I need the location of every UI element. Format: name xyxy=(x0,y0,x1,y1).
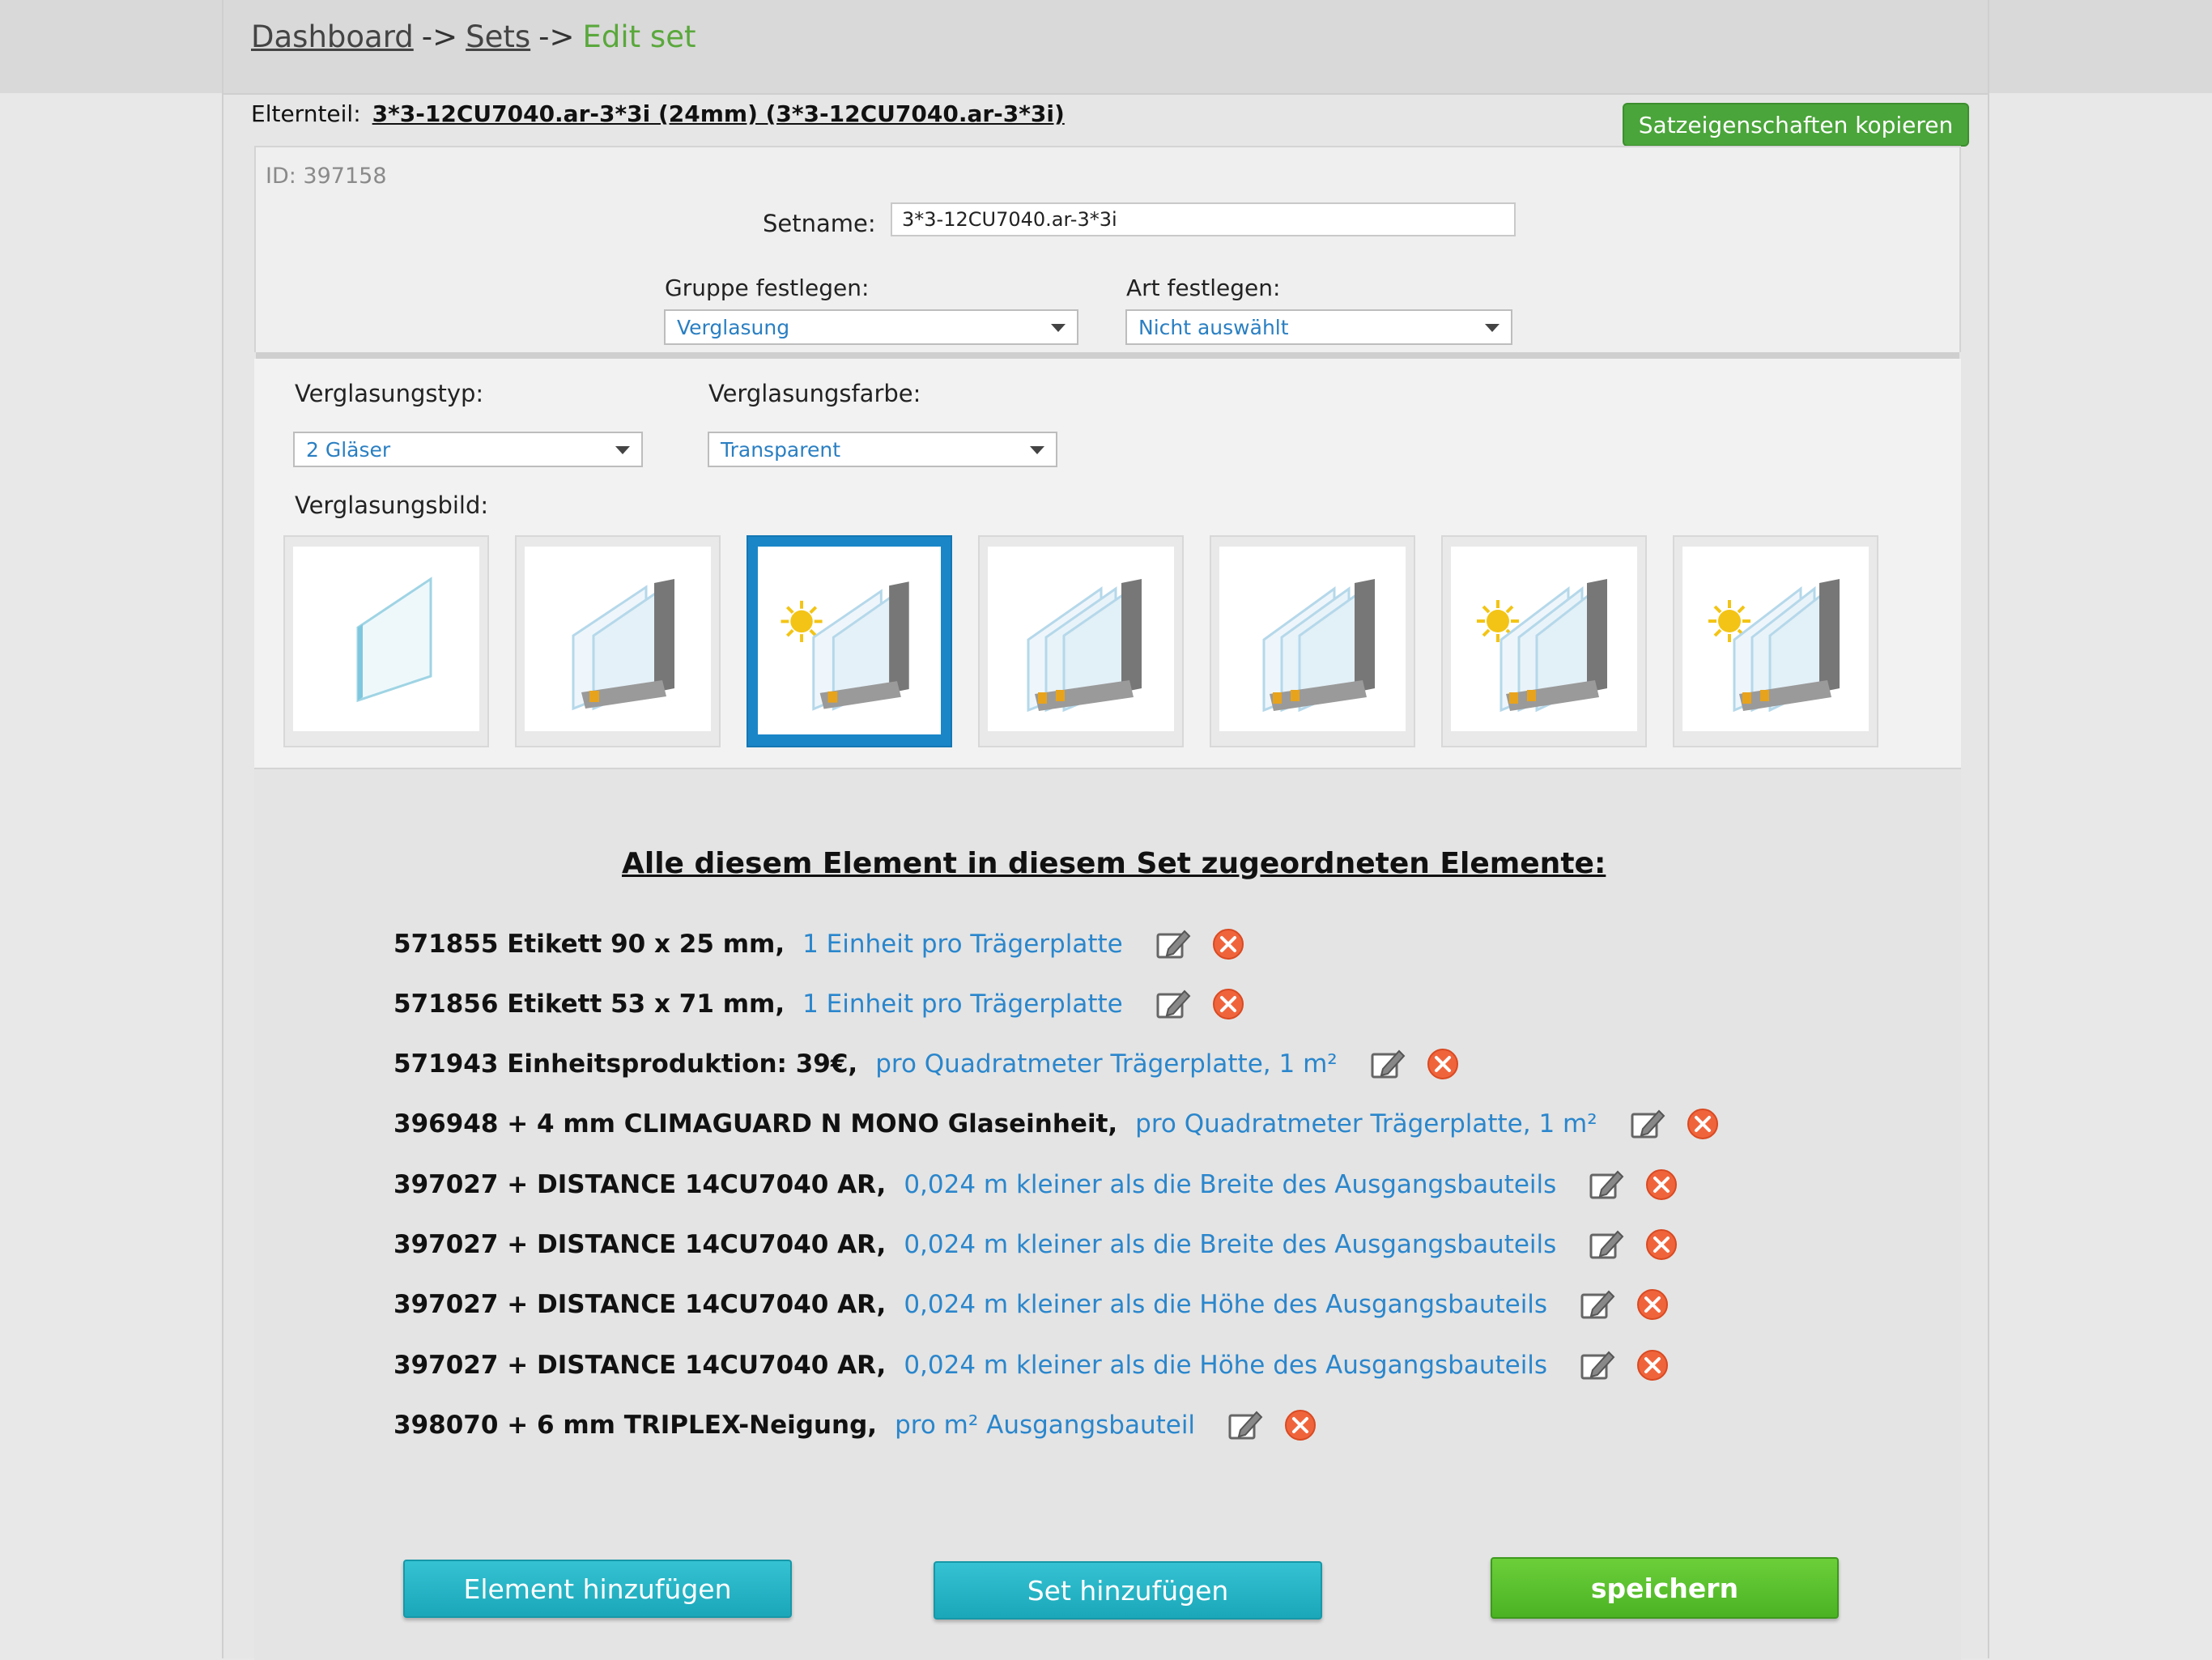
list-item: 571856 Etikett 53 x 71 mm, 1 Einheit pro … xyxy=(393,981,1244,1027)
edit-icon[interactable] xyxy=(1227,1409,1263,1441)
triple-glazing-frame-icon xyxy=(1027,579,1142,713)
breadcrumb-dashboard-link[interactable]: Dashboard xyxy=(251,19,414,54)
double-glazing-frame-icon xyxy=(572,579,674,711)
glazing-thumbnail-7[interactable] xyxy=(1673,535,1878,747)
element-name: 396948 + 4 mm CLIMAGUARD N MONO Glaseinh… xyxy=(393,1109,1118,1139)
glazing-color-label: Verglasungsfarbe: xyxy=(708,380,921,407)
add-set-button[interactable]: Set hinzufügen xyxy=(934,1561,1322,1620)
single-glass-pane-icon xyxy=(356,577,432,703)
glazing-color-value: Transparent xyxy=(721,437,841,462)
element-quantity-rule: 0,024 m kleiner als die Breite des Ausga… xyxy=(904,1230,1557,1259)
chevron-down-icon xyxy=(615,446,630,454)
edit-icon[interactable] xyxy=(1370,1048,1406,1080)
list-item: 397027 + DISTANCE 14CU7040 AR, 0,024 m kl… xyxy=(393,1222,1678,1267)
list-item: 397027 + DISTANCE 14CU7040 AR, 0,024 m kl… xyxy=(393,1343,1669,1388)
breadcrumb-sets-link[interactable]: Sets xyxy=(466,19,530,54)
art-select[interactable]: Nicht auswählt xyxy=(1125,309,1512,345)
edit-icon[interactable] xyxy=(1589,1228,1624,1261)
element-name: 571943 Einheitsproduktion: 39€, xyxy=(393,1049,858,1079)
breadcrumb-current: Edit set xyxy=(582,19,696,54)
parent-link[interactable]: 3*3-12CU7040.ar-3*3i (24mm) (3*3-12CU704… xyxy=(372,100,1065,127)
chevron-down-icon xyxy=(1030,446,1044,454)
page-header: Dashboard -> Sets -> Edit set xyxy=(223,0,1988,95)
parent-label: Elternteil: xyxy=(251,100,361,127)
delete-icon[interactable] xyxy=(1687,1108,1719,1140)
edit-icon[interactable] xyxy=(1580,1349,1615,1381)
element-name: 571856 Etikett 53 x 71 mm, xyxy=(393,990,785,1019)
parent-row: Elternteil: 3*3-12CU7040.ar-3*3i (24mm) (… xyxy=(251,100,1065,127)
element-quantity-rule: 1 Einheit pro Trägerplatte xyxy=(802,990,1123,1019)
element-quantity-rule: 1 Einheit pro Trägerplatte xyxy=(802,930,1123,959)
breadcrumb-separator: -> xyxy=(538,19,575,54)
save-button[interactable]: speichern xyxy=(1491,1557,1839,1619)
glazing-thumbnail-3-selected[interactable] xyxy=(747,535,952,747)
add-element-button[interactable]: Element hinzufügen xyxy=(403,1560,792,1618)
art-label: Art festlegen: xyxy=(1126,275,1281,301)
element-name: 397027 + DISTANCE 14CU7040 AR, xyxy=(393,1290,887,1319)
glazing-image-label: Verglasungsbild: xyxy=(295,492,489,519)
element-name: 397027 + DISTANCE 14CU7040 AR, xyxy=(393,1170,887,1199)
delete-icon[interactable] xyxy=(1636,1349,1669,1381)
element-name: 571855 Etikett 90 x 25 mm, xyxy=(393,930,785,959)
delete-icon[interactable] xyxy=(1645,1168,1678,1201)
breadcrumb-separator: -> xyxy=(421,19,458,54)
element-name: 398070 + 6 mm TRIPLEX-Neigung, xyxy=(393,1411,878,1440)
delete-icon[interactable] xyxy=(1636,1288,1669,1321)
delete-icon[interactable] xyxy=(1427,1048,1459,1080)
double-glazing-sun-icon xyxy=(781,581,909,711)
set-general-panel: ID: 397158 Setname: Gruppe festlegen: Ve… xyxy=(254,146,1961,359)
triple-glazing-frame-alt-icon xyxy=(1262,579,1375,713)
set-id: ID: 397158 xyxy=(266,164,387,189)
glazing-color-select[interactable]: Transparent xyxy=(708,432,1057,467)
glazing-thumbnail-4[interactable] xyxy=(978,535,1184,747)
list-item: 571855 Etikett 90 x 25 mm, 1 Einheit pro … xyxy=(393,922,1244,967)
triple-glazing-sun-alt-icon xyxy=(1708,579,1840,713)
copy-set-properties-button[interactable]: Satzeigenschaften kopieren xyxy=(1623,103,1969,147)
element-name: 397027 + DISTANCE 14CU7040 AR, xyxy=(393,1351,887,1380)
list-item: 571943 Einheitsproduktion: 39€, pro Quadr… xyxy=(393,1041,1459,1087)
edit-icon[interactable] xyxy=(1630,1108,1665,1140)
edit-icon[interactable] xyxy=(1155,928,1191,960)
breadcrumb: Dashboard -> Sets -> Edit set xyxy=(251,19,696,54)
glazing-thumbnail-5[interactable] xyxy=(1210,535,1415,747)
list-item: 396948 + 4 mm CLIMAGUARD N MONO Glaseinh… xyxy=(393,1101,1719,1147)
assigned-elements-panel xyxy=(254,768,1961,1660)
group-label: Gruppe festlegen: xyxy=(665,275,870,301)
element-quantity-rule: 0,024 m kleiner als die Höhe des Ausgang… xyxy=(904,1290,1548,1319)
delete-icon[interactable] xyxy=(1212,928,1244,960)
element-name: 397027 + DISTANCE 14CU7040 AR, xyxy=(393,1230,887,1259)
panel-divider xyxy=(256,352,1959,359)
glazing-type-label: Verglasungstyp: xyxy=(295,380,484,407)
assigned-elements-title: Alle diesem Element in diesem Set zugeor… xyxy=(622,847,1606,880)
group-select-value: Verglasung xyxy=(677,315,790,339)
chevron-down-icon xyxy=(1051,324,1066,332)
element-quantity-rule: pro Quadratmeter Trägerplatte, 1 m² xyxy=(1135,1109,1597,1139)
element-quantity-rule: 0,024 m kleiner als die Breite des Ausga… xyxy=(904,1170,1557,1199)
glazing-thumbnail-6[interactable] xyxy=(1441,535,1647,747)
glazing-thumbnail-2[interactable] xyxy=(515,535,721,747)
element-quantity-rule: pro m² Ausgangsbauteil xyxy=(895,1411,1196,1440)
list-item: 397027 + DISTANCE 14CU7040 AR, 0,024 m kl… xyxy=(393,1162,1678,1207)
chevron-down-icon xyxy=(1485,324,1499,332)
glazing-panel: Verglasungstyp: 2 Gläser Verglasungsfarb… xyxy=(254,359,1961,768)
art-select-value: Nicht auswählt xyxy=(1138,315,1289,339)
delete-icon[interactable] xyxy=(1212,988,1244,1020)
element-quantity-rule: 0,024 m kleiner als die Höhe des Ausgang… xyxy=(904,1351,1548,1380)
glazing-type-select[interactable]: 2 Gläser xyxy=(293,432,643,467)
group-select[interactable]: Verglasung xyxy=(664,309,1078,345)
page-container: Dashboard -> Sets -> Edit set Elternteil: 3*3… xyxy=(222,0,1989,1660)
edit-icon[interactable] xyxy=(1155,988,1191,1020)
setname-input[interactable] xyxy=(891,202,1516,236)
list-item: 397027 + DISTANCE 14CU7040 AR, 0,024 m kl… xyxy=(393,1282,1669,1327)
delete-icon[interactable] xyxy=(1645,1228,1678,1261)
glazing-type-value: 2 Gläser xyxy=(306,437,391,462)
triple-glazing-sun-icon xyxy=(1477,579,1607,713)
delete-icon[interactable] xyxy=(1284,1409,1317,1441)
list-item: 398070 + 6 mm TRIPLEX-Neigung, pro m² Aus… xyxy=(393,1402,1317,1448)
edit-icon[interactable] xyxy=(1589,1168,1624,1201)
glazing-thumbnail-1[interactable] xyxy=(283,535,489,747)
setname-label: Setname: xyxy=(763,210,876,237)
element-quantity-rule: pro Quadratmeter Trägerplatte, 1 m² xyxy=(875,1049,1338,1079)
edit-icon[interactable] xyxy=(1580,1288,1615,1321)
